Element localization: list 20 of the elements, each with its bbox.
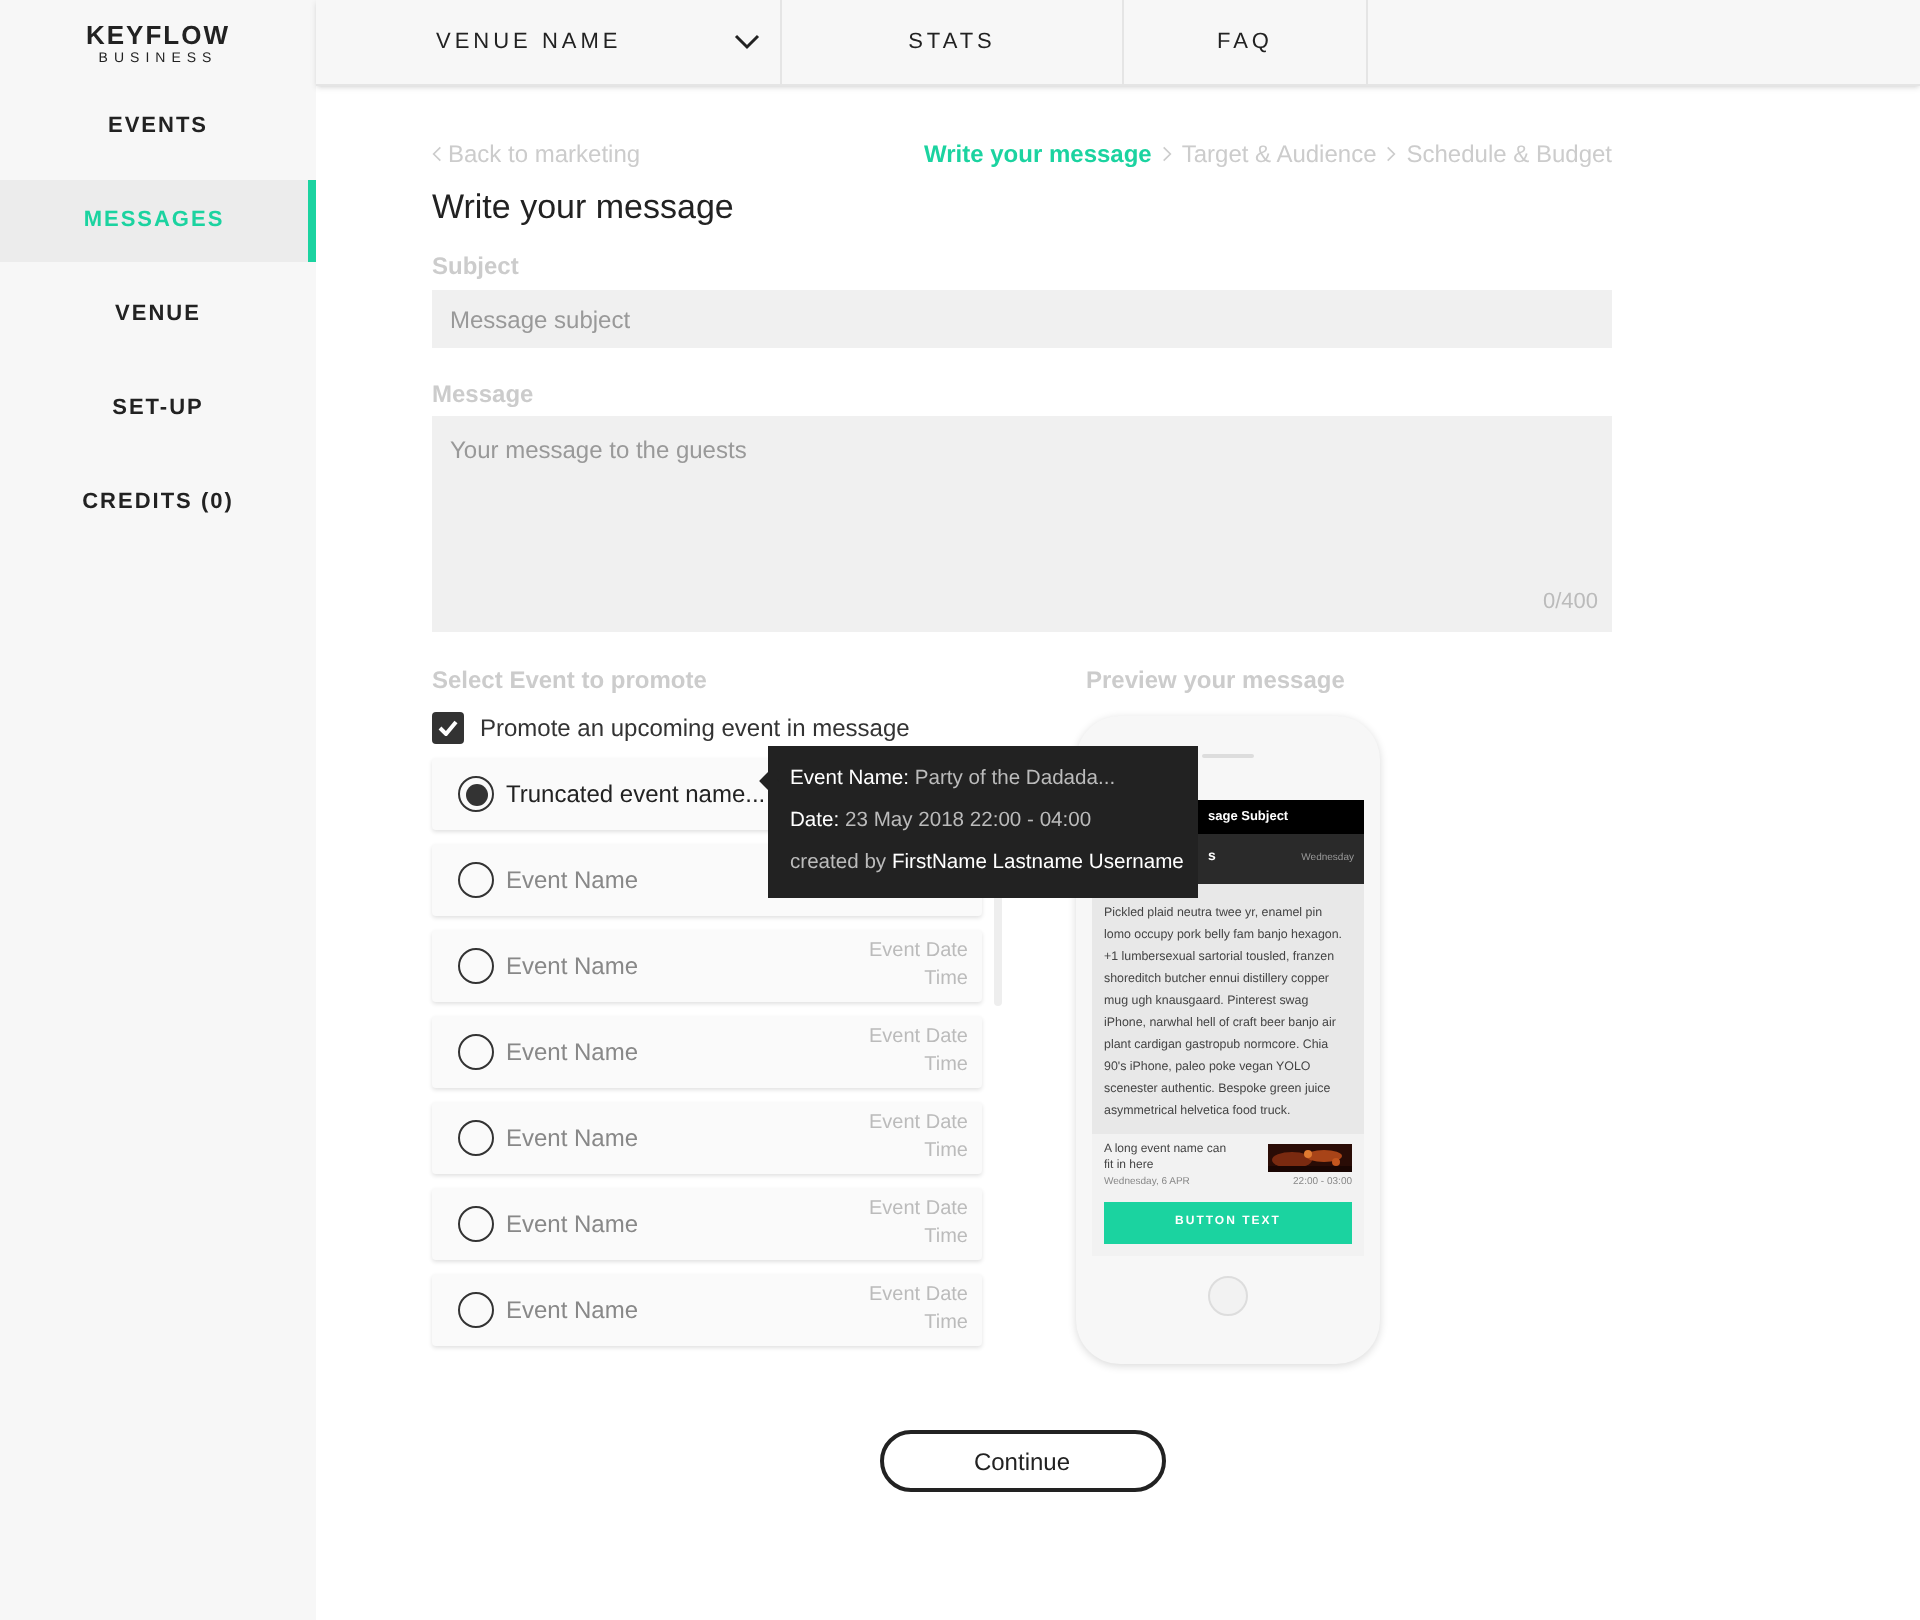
event-time: Time — [924, 966, 968, 994]
event-name: Event Name — [506, 1208, 639, 1242]
logo-title: KEYFLOW — [86, 21, 230, 47]
event-name: Event Name — [506, 950, 639, 984]
event-name: Event Name — [506, 864, 639, 898]
event-time: Time — [924, 1224, 968, 1252]
event-date: Event Date — [869, 1196, 968, 1224]
event-time: Time — [924, 1138, 968, 1166]
event-name: Event Name — [506, 1122, 639, 1156]
page-heading: Write your message — [432, 188, 736, 228]
event-date: Event Date — [869, 1110, 968, 1138]
event-date: Event Date — [869, 1024, 968, 1052]
checkbox-label: Promote an upcoming event in message — [480, 712, 910, 746]
event-name: Event Name — [506, 1036, 639, 1070]
event-time: Time — [924, 1310, 968, 1338]
event-time: Time — [924, 1052, 968, 1080]
event-date: Event Date — [869, 938, 968, 966]
event-date: Event Date — [869, 1282, 968, 1310]
event-name: Event Name — [506, 1294, 639, 1328]
event-name: Truncated event name... — [506, 778, 766, 812]
